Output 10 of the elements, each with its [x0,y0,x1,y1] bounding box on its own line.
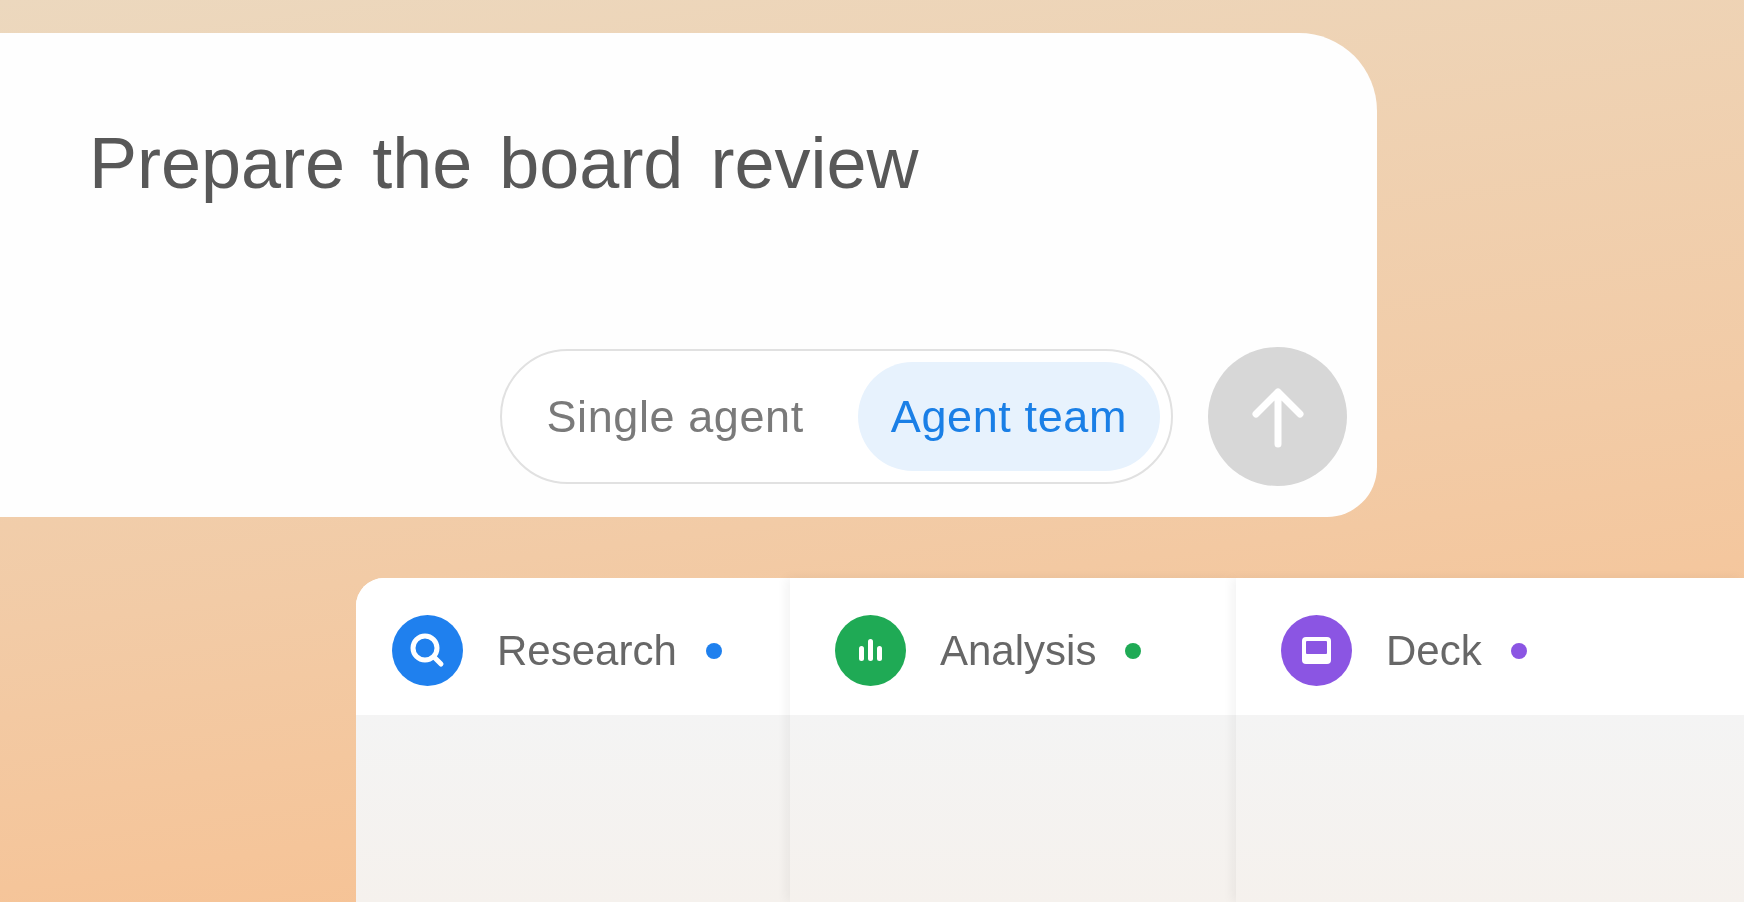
mode-option[interactable]: Agent team [857,362,1160,471]
agent-name: Deck [1386,626,1482,675]
agent-name: Analysis [940,626,1097,675]
arrow-up-icon [1249,385,1306,448]
agent-name: Research [497,626,677,675]
search-icon [392,615,463,686]
mode-option[interactable]: Single agent [513,362,837,471]
bar-chart-icon [835,615,906,686]
prompt-input[interactable]: Prepare the board review [89,124,919,204]
screen-icon [1281,615,1352,686]
